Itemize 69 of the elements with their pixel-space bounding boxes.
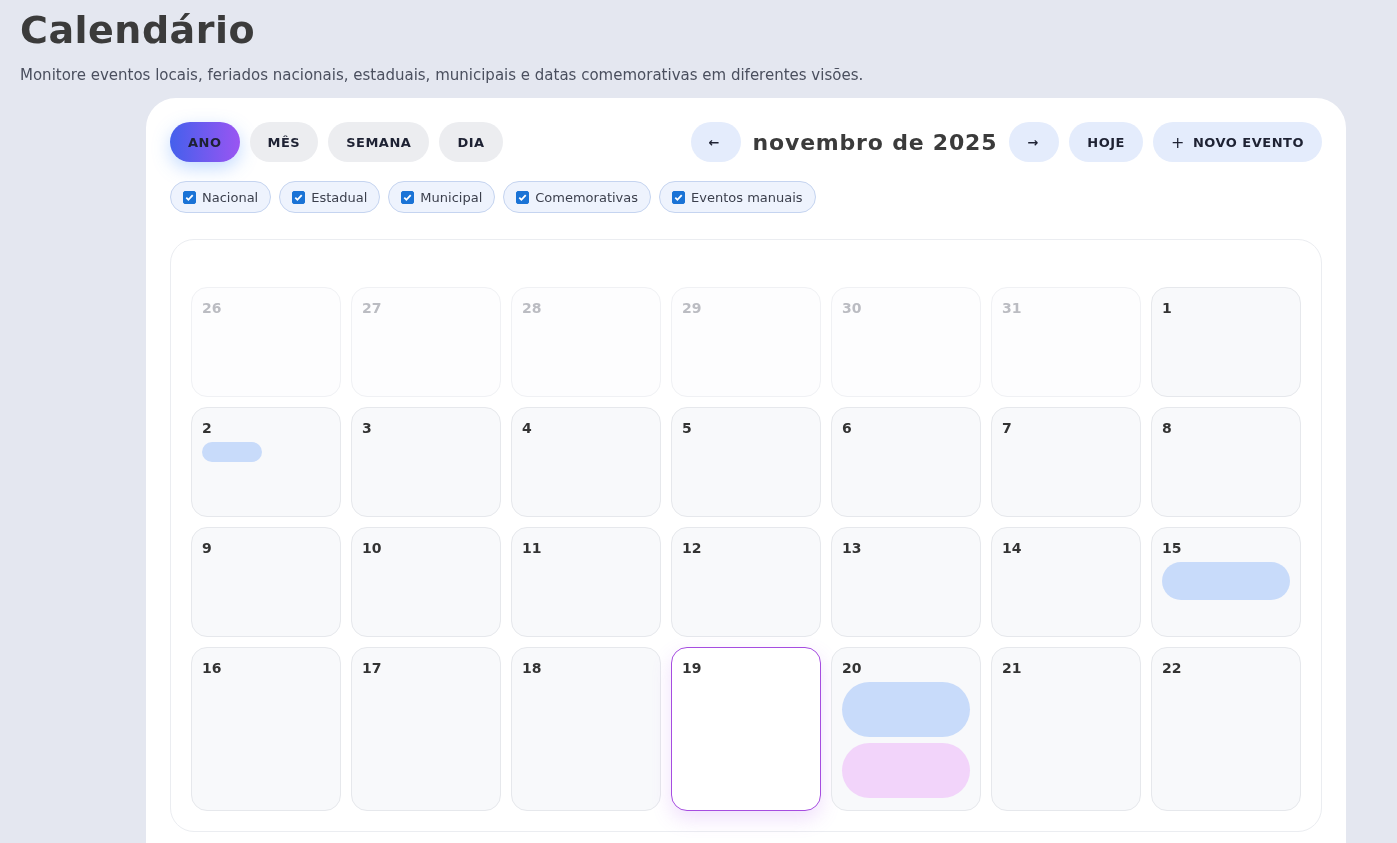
day-cell[interactable]: 12 xyxy=(671,527,821,637)
page-subtitle: Monitore eventos locais, feriados nacionais, estaduais, municipais e datas comemorativas em diferentes visões. xyxy=(20,66,865,84)
day-cell[interactable]: 14 xyxy=(991,527,1141,637)
filter-checkbox[interactable]: Comemorativas xyxy=(503,181,652,213)
day-number: 17 xyxy=(362,660,383,676)
day-number: 19 xyxy=(682,660,703,676)
day-number: 28 xyxy=(522,300,543,316)
day-number: 8 xyxy=(1162,420,1173,436)
day-cell[interactable]: 1 xyxy=(1151,287,1301,397)
previous-button[interactable]: ← xyxy=(690,122,741,162)
day-number: 7 xyxy=(1002,420,1013,436)
day-cell[interactable]: 17 xyxy=(351,647,501,811)
day-number: 13 xyxy=(842,540,863,556)
day-cell[interactable]: 13 xyxy=(831,527,981,637)
day-number: 10 xyxy=(362,540,383,556)
filter-checkbox[interactable]: Eventos manuais xyxy=(659,181,816,213)
day-cell[interactable]: 22 xyxy=(1151,647,1301,811)
checkbox[interactable] xyxy=(672,190,686,204)
day-number: 3 xyxy=(362,420,373,436)
day-number: 11 xyxy=(522,540,543,556)
month-title: novembro de 2025 xyxy=(752,129,998,155)
day-cell[interactable]: 15 xyxy=(1151,527,1301,637)
day-number: 30 xyxy=(842,300,863,316)
day-cell[interactable]: 11 xyxy=(511,527,661,637)
day-number: 6 xyxy=(842,420,853,436)
day-cell[interactable]: 5 xyxy=(671,407,821,517)
day-number: 31 xyxy=(1002,300,1023,316)
view-tab[interactable]: SEMANA xyxy=(328,122,430,162)
day-cell[interactable]: 9 xyxy=(191,527,341,637)
checkbox[interactable] xyxy=(292,190,306,204)
today-button[interactable]: HOJE xyxy=(1069,122,1143,162)
filter-checkbox[interactable]: Municipal xyxy=(388,181,496,213)
day-number: 16 xyxy=(202,660,223,676)
day-number: 12 xyxy=(682,540,703,556)
day-cell[interactable]: 4 xyxy=(511,407,661,517)
view-tab[interactable]: MÊS xyxy=(249,122,319,162)
day-cell[interactable]: 16 xyxy=(191,647,341,811)
day-number: 21 xyxy=(1002,660,1023,676)
checkbox[interactable] xyxy=(183,190,196,204)
day-number: 27 xyxy=(362,300,383,316)
checkbox[interactable] xyxy=(401,190,415,204)
day-cell[interactable]: 3 xyxy=(351,407,501,517)
view-tab[interactable]: DIA xyxy=(439,122,503,162)
day-number: 2 xyxy=(202,420,213,436)
day-number: 9 xyxy=(202,540,213,556)
day-number: 18 xyxy=(522,660,543,676)
day-cell[interactable]: 8 xyxy=(1151,407,1301,517)
day-number: 26 xyxy=(202,300,223,316)
next-button[interactable]: → xyxy=(1009,122,1060,162)
day-number: 1 xyxy=(1162,300,1173,316)
day-cell[interactable]: 2 xyxy=(191,407,341,517)
day-number: 5 xyxy=(682,420,693,436)
day-cell[interactable]: 10 xyxy=(351,527,501,637)
day-cell[interactable]: 19 xyxy=(671,647,821,811)
day-cell[interactable]: 21 xyxy=(991,647,1141,811)
day-number: 4 xyxy=(522,420,533,436)
day-number: 29 xyxy=(682,300,703,316)
day-cell[interactable]: 18 xyxy=(511,647,661,811)
day-number: 14 xyxy=(1002,540,1023,556)
checkbox[interactable] xyxy=(516,190,530,204)
filter-checkbox[interactable]: Estadual xyxy=(279,181,381,213)
page-title: Calendário xyxy=(20,8,257,52)
new-event-button[interactable]: + NOVO EVENTO xyxy=(1152,122,1322,162)
day-number: 22 xyxy=(1162,660,1183,676)
day-number: 20 xyxy=(842,660,863,676)
day-cell[interactable]: 7 xyxy=(991,407,1141,517)
filter-checkbox[interactable]: Nacional xyxy=(170,181,272,213)
day-number: 15 xyxy=(1162,540,1183,556)
day-cell[interactable]: 6 xyxy=(831,407,981,517)
